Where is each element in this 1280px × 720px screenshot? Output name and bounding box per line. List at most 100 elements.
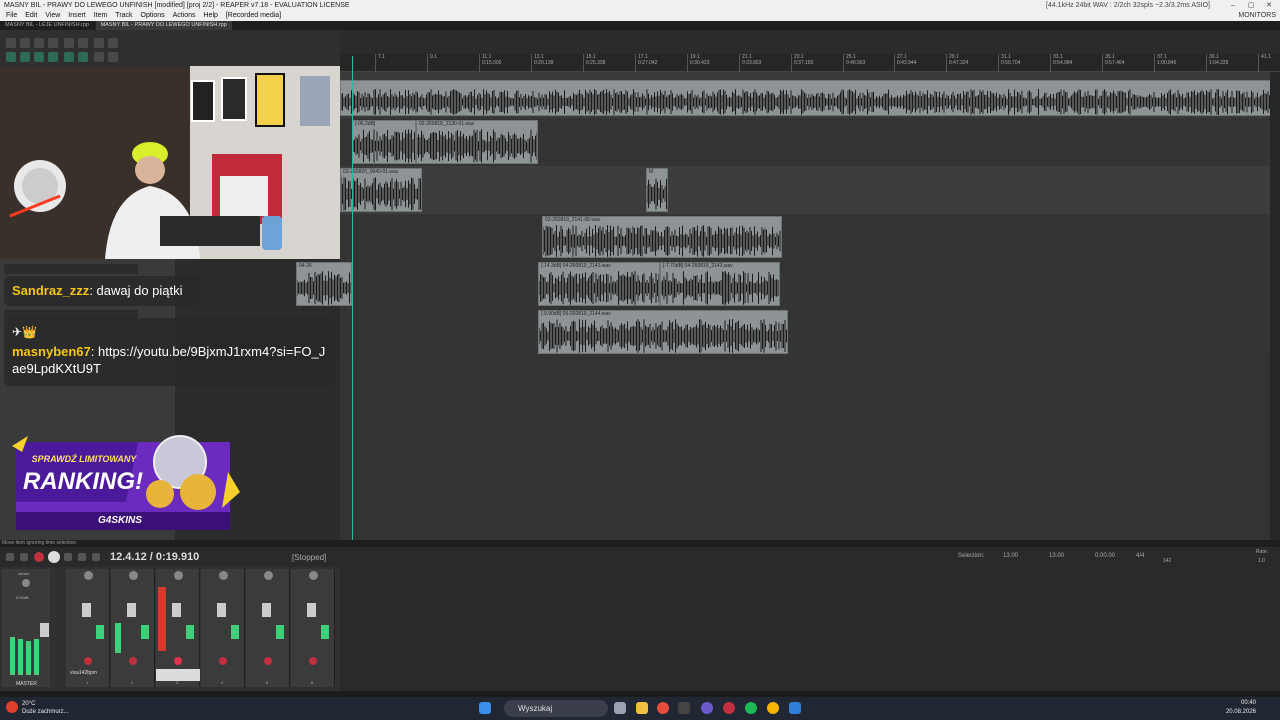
fader[interactable]	[127, 603, 136, 617]
go-to-end-icon[interactable]	[20, 553, 28, 561]
pan-knob[interactable]	[219, 571, 228, 580]
selection-length[interactable]: 0.00.00	[1095, 553, 1115, 559]
play-icon[interactable]	[48, 551, 60, 563]
project-settings-icon[interactable]	[48, 38, 58, 48]
chrome-icon[interactable]	[657, 702, 669, 714]
media-item[interactable]	[340, 80, 1272, 116]
tools-icon[interactable]	[108, 52, 118, 62]
record-arm-icon[interactable]	[219, 657, 227, 665]
pause-icon[interactable]	[92, 553, 100, 561]
master-pan-knob[interactable]	[22, 579, 30, 587]
mixer-strip[interactable]: 4	[201, 569, 245, 687]
mixer-strip[interactable]: vixa142bpm 1	[66, 569, 110, 687]
spotify-icon[interactable]	[745, 702, 757, 714]
fx-button[interactable]	[321, 625, 329, 639]
selection-end[interactable]: 13.00	[1049, 553, 1064, 559]
menu-insert[interactable]: Insert	[68, 12, 86, 19]
fader[interactable]	[262, 603, 271, 617]
mixer-strip[interactable]: 2	[111, 569, 155, 687]
media-item[interactable]: 04-26	[296, 262, 352, 306]
locking-icon[interactable]	[64, 52, 74, 62]
envelope-icon[interactable]	[48, 52, 58, 62]
undo-icon[interactable]	[64, 38, 74, 48]
menu-item[interactable]: Item	[94, 12, 108, 19]
discord-icon[interactable]	[701, 702, 713, 714]
mixer-strip[interactable]: 6	[291, 569, 335, 687]
record-arm-icon[interactable]	[174, 657, 182, 665]
media-item[interactable]: [-14.3dB] 04-260819_2143.wav	[538, 262, 660, 306]
snap-icon[interactable]	[6, 52, 16, 62]
pan-knob[interactable]	[309, 571, 318, 580]
pan-knob[interactable]	[174, 571, 183, 580]
fader[interactable]	[172, 603, 181, 617]
master-fader[interactable]	[40, 623, 49, 637]
pan-knob[interactable]	[84, 571, 93, 580]
new-project-icon[interactable]	[6, 38, 16, 48]
grid-icon[interactable]	[108, 38, 118, 48]
selection-start[interactable]: 13.00	[1003, 553, 1018, 559]
menu-monitors[interactable]: MONITORS	[1238, 11, 1276, 21]
menu-actions[interactable]: Actions	[173, 12, 196, 19]
repeat-icon[interactable]	[64, 553, 72, 561]
media-item[interactable]: [-7.70dB] 04-260819_2143.wav	[660, 262, 780, 306]
pan-knob[interactable]	[129, 571, 138, 580]
menu-edit[interactable]: Edit	[25, 12, 37, 19]
fx-button[interactable]	[141, 625, 149, 639]
pan-knob[interactable]	[264, 571, 273, 580]
timeline-ruler[interactable]: 7.1 9.1 11.1 0:15.000 13.1 0:20.138 15.1 0:25.3…	[340, 54, 1280, 72]
fx-button[interactable]	[186, 625, 194, 639]
track-header[interactable]	[4, 264, 138, 274]
fx-button[interactable]	[231, 625, 239, 639]
minimize-button[interactable]: –	[1224, 0, 1242, 11]
time-signature[interactable]: 4/4	[1136, 553, 1144, 559]
fx-button[interactable]	[96, 625, 104, 639]
menu-recorded-media[interactable]: [Recorded media]	[226, 12, 281, 19]
ripple-edit-icon[interactable]	[20, 52, 30, 62]
auto-crossfade-icon[interactable]	[34, 52, 44, 62]
record-arm-icon[interactable]	[264, 657, 272, 665]
lock-icon[interactable]	[94, 52, 104, 62]
start-icon[interactable]	[479, 702, 491, 714]
media-item[interactable]: 03-260819_2141-05.wav	[542, 216, 782, 258]
project-tab[interactable]: MASNY BIL - LEJE UNFINISH.rpp	[0, 21, 94, 30]
app-icon[interactable]	[678, 702, 690, 714]
close-button[interactable]: ✕	[1260, 0, 1278, 11]
system-clock[interactable]: 00:40 20.08.2026	[1226, 699, 1256, 717]
menu-options[interactable]: Options	[141, 12, 165, 19]
redo-icon[interactable]	[78, 38, 88, 48]
fx-button[interactable]	[276, 625, 284, 639]
loop-icon[interactable]	[78, 52, 88, 62]
metronome-icon[interactable]	[94, 38, 104, 48]
menu-track[interactable]: Track	[115, 12, 132, 19]
save-project-icon[interactable]	[34, 38, 44, 48]
arrange-view[interactable]: [-06.2dB] 02-260818_2130-01.wav 03-26082…	[296, 72, 1275, 540]
taskbar-search[interactable]: Wyszukaj	[504, 700, 608, 717]
menu-file[interactable]: File	[6, 12, 17, 19]
fader[interactable]	[217, 603, 226, 617]
bpm-display[interactable]: 142	[1163, 558, 1171, 564]
record-arm-icon[interactable]	[129, 657, 137, 665]
media-item[interactable]: 02-260818_2130-01.wav	[416, 120, 538, 164]
mixer-strip[interactable]: 3	[156, 569, 200, 687]
record-arm-icon[interactable]	[309, 657, 317, 665]
browser-icon[interactable]	[767, 702, 779, 714]
vertical-scrollbar[interactable]	[1270, 72, 1280, 540]
maximize-button[interactable]: ▢	[1242, 0, 1260, 11]
project-tab-active[interactable]: MASNY BIL - PRAWY DO LEWEGO UNFINISH.rpp	[95, 21, 232, 30]
app2-icon[interactable]	[789, 702, 801, 714]
rate-value[interactable]: 1.0	[1258, 558, 1265, 564]
file-explorer-icon[interactable]	[636, 702, 648, 714]
go-to-start-icon[interactable]	[6, 553, 14, 561]
media-item[interactable]: [-9.90dB] 05-260819_2144.wav	[538, 310, 788, 354]
media-item[interactable]: M	[646, 168, 668, 212]
open-project-icon[interactable]	[20, 38, 30, 48]
reaper-icon[interactable]	[723, 702, 735, 714]
menu-help[interactable]: Help	[204, 12, 218, 19]
weather-widget[interactable]: 20°C Duże zachmurz...	[6, 700, 69, 716]
record-icon[interactable]	[34, 552, 44, 562]
fader[interactable]	[307, 603, 316, 617]
mixer-strip[interactable]: 5	[246, 569, 290, 687]
task-view-icon[interactable]	[614, 702, 626, 714]
fader[interactable]	[82, 603, 91, 617]
stop-icon[interactable]	[78, 553, 86, 561]
